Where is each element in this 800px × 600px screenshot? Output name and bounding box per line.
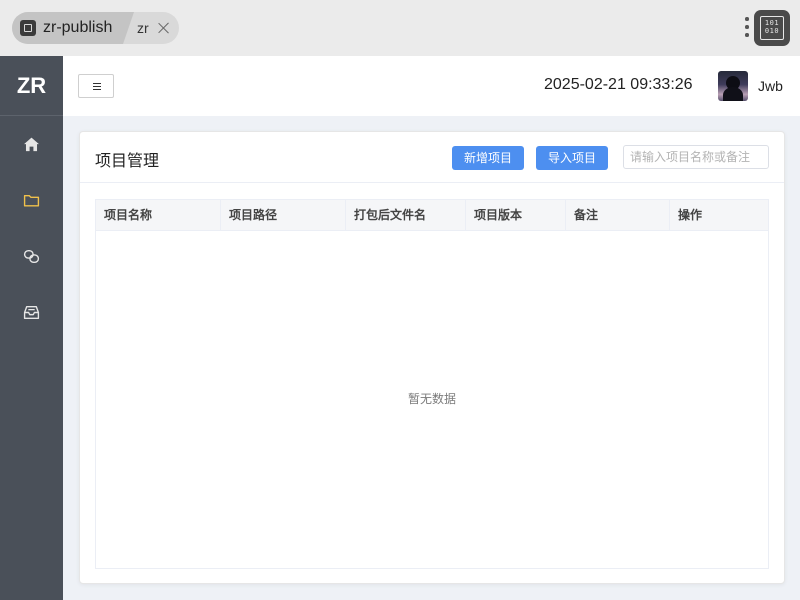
sidebar-item-home[interactable] (0, 124, 63, 164)
table-header: 项目名称 项目路径 打包后文件名 项目版本 备注 操作 (96, 200, 768, 231)
column-header-output-file[interactable]: 打包后文件名 (346, 200, 466, 230)
card-header: 项目管理 新增项目 导入项目 (80, 132, 784, 183)
page-title: 项目管理 (95, 151, 160, 170)
menu-toggle-button[interactable] (78, 74, 114, 98)
link-icon (23, 249, 40, 264)
close-icon[interactable] (157, 21, 171, 35)
binary-code-button[interactable]: 101 010 (754, 10, 790, 46)
import-project-button[interactable]: 导入项目 (536, 146, 608, 170)
project-management-card: 项目管理 新增项目 导入项目 项目名称 项目路径 打包后文件名 项目版本 备注 … (79, 131, 785, 584)
tab-zr-label[interactable]: zr (137, 20, 149, 36)
username[interactable]: Jwb (758, 78, 783, 94)
inbox-icon (23, 305, 40, 320)
empty-state-text: 暂无数据 (407, 392, 456, 406)
sidebar-item-link[interactable] (0, 236, 63, 276)
tab-zr-publish[interactable]: zr-publish (12, 12, 134, 44)
sidebar-item-folder[interactable] (0, 180, 63, 220)
tab-group: zr-publish zr (12, 12, 179, 44)
avatar[interactable] (718, 71, 748, 101)
app-favicon-icon (20, 20, 36, 36)
column-header-actions[interactable]: 操作 (670, 200, 768, 230)
project-table: 项目名称 项目路径 打包后文件名 项目版本 备注 操作 暂无数据 (95, 199, 769, 569)
app-logo: ZR (0, 56, 63, 116)
add-project-button[interactable]: 新增项目 (452, 146, 524, 170)
column-header-version[interactable]: 项目版本 (466, 200, 566, 230)
search-input[interactable] (623, 145, 769, 169)
top-header: 2025-02-21 09:33:26 Jwb (63, 56, 800, 116)
sidebar-item-inbox[interactable] (0, 292, 63, 332)
more-options-icon[interactable] (742, 16, 750, 40)
current-datetime: 2025-02-21 09:33:26 (544, 76, 693, 93)
folder-icon (23, 195, 40, 207)
binary-icon: 101 010 (760, 16, 784, 40)
home-icon (24, 137, 39, 152)
sidebar: ZR (0, 56, 63, 600)
tab-label: zr-publish (43, 19, 113, 36)
browser-tab-bar: zr-publish zr 101 010 (0, 0, 800, 56)
column-header-path[interactable]: 项目路径 (221, 200, 346, 230)
column-header-name[interactable]: 项目名称 (96, 200, 221, 230)
column-header-remark[interactable]: 备注 (566, 200, 670, 230)
